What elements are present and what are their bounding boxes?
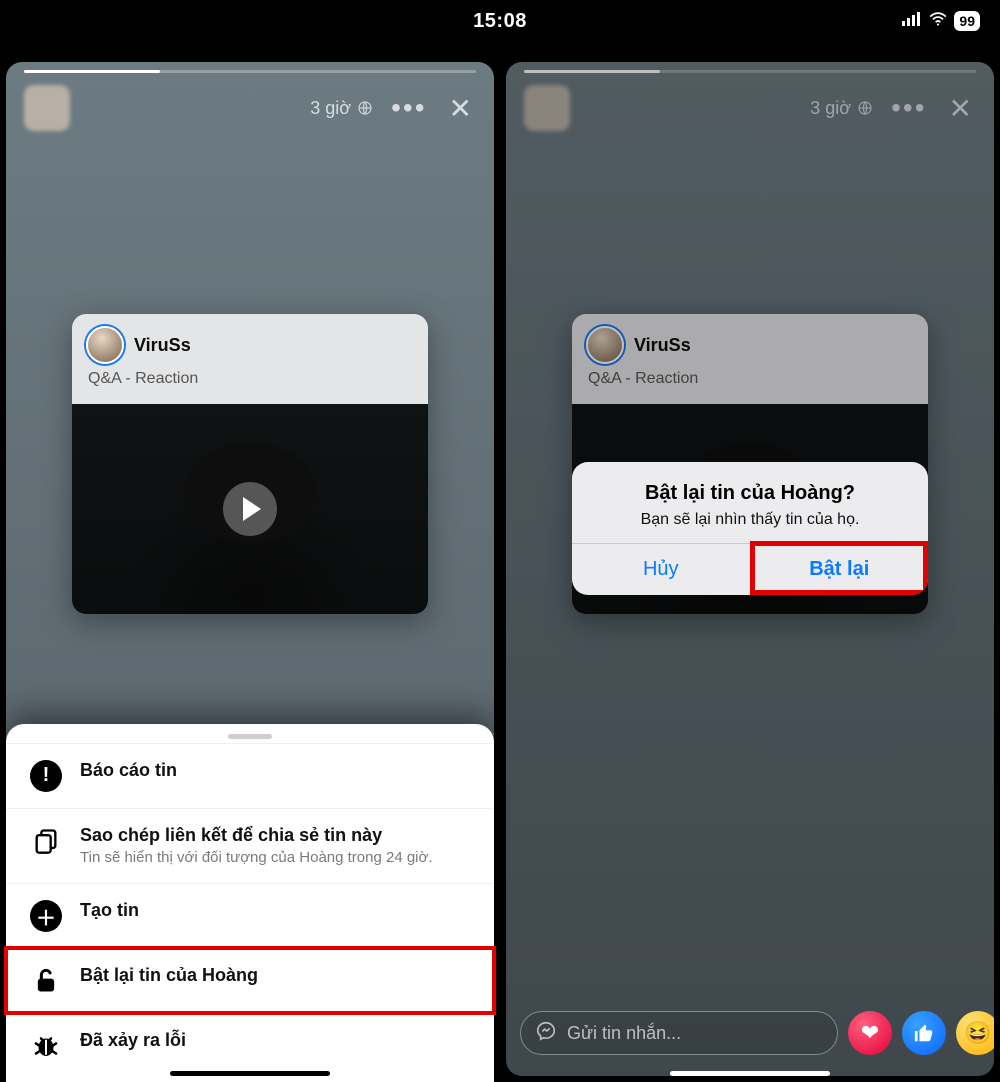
screenshot-right: 3 giờ ••• ✕ ViruSs Q&A - Reaction Bật — [500, 0, 1000, 1082]
story-viewer: 3 giờ ••• ✕ ViruSs Q&A - Reaction Bật — [506, 62, 994, 1076]
menu-report[interactable]: ! Báo cáo tin — [6, 743, 494, 808]
reply-placeholder: Gửi tin nhắn... — [567, 1023, 681, 1044]
alert-icon: ! — [30, 760, 62, 792]
messenger-icon — [535, 1020, 557, 1047]
copy-icon — [30, 825, 62, 857]
confirm-ok-button[interactable]: Bật lại — [750, 544, 929, 595]
home-indicator[interactable] — [170, 1071, 330, 1076]
menu-error[interactable]: Đã xảy ra lỗi — [6, 1013, 494, 1078]
confirm-message: Bạn sẽ lại nhìn thấy tin của họ. — [590, 511, 910, 529]
confirm-cancel-button[interactable]: Hủy — [572, 544, 750, 595]
pane-divider — [499, 0, 501, 1082]
unlock-icon — [30, 965, 62, 997]
bug-icon — [30, 1030, 62, 1062]
react-laugh[interactable]: 😆 — [956, 1011, 994, 1055]
confirm-title: Bật lại tin của Hoàng? — [590, 482, 910, 505]
menu-create-story[interactable]: ＋ Tạo tin — [6, 883, 494, 948]
home-indicator[interactable] — [670, 1071, 830, 1076]
menu-copy-link[interactable]: Sao chép liên kết để chia sẻ tin này Tin… — [6, 808, 494, 884]
screenshot-left: 3 giờ ••• ✕ ViruSs Q&A - Reaction ! — [0, 0, 500, 1082]
react-like[interactable] — [902, 1011, 946, 1055]
action-sheet: ! Báo cáo tin Sao chép liên kết để chia … — [6, 724, 494, 1082]
plus-icon: ＋ — [30, 900, 62, 932]
reply-bar: Gửi tin nhắn... ❤ 😆 — [520, 1006, 980, 1060]
menu-reenable-story[interactable]: Bật lại tin của Hoàng — [6, 948, 494, 1013]
sheet-grabber[interactable] — [228, 734, 272, 739]
confirm-dialog: Bật lại tin của Hoàng? Bạn sẽ lại nhìn t… — [572, 462, 928, 595]
reply-input[interactable]: Gửi tin nhắn... — [520, 1011, 838, 1055]
react-heart[interactable]: ❤ — [848, 1011, 892, 1055]
